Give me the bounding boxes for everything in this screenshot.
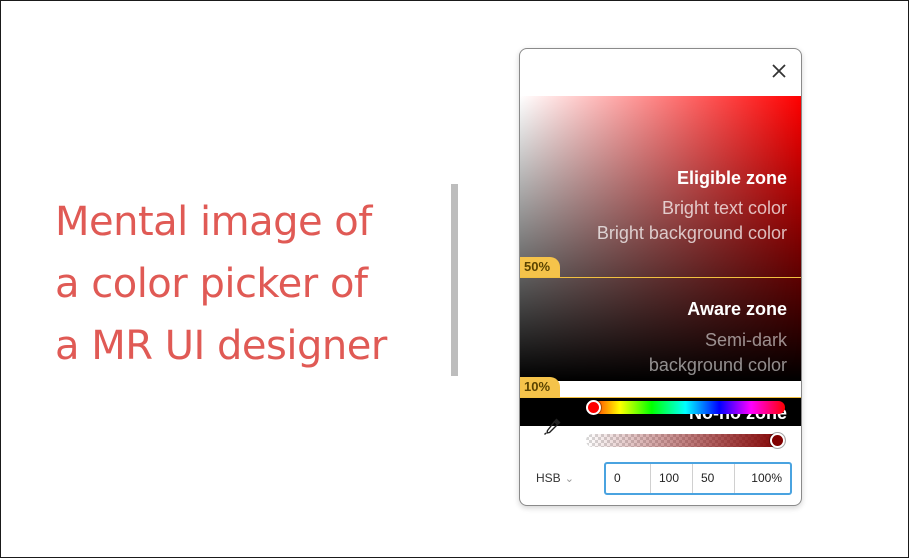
alpha-value-field[interactable]: 100% [735,464,790,493]
saturation-value-field[interactable]: 100 [651,464,693,493]
close-icon [772,64,786,78]
aware-zone-title: Aware zone [687,299,787,319]
hue-slider-handle[interactable] [586,400,601,415]
aware-zone-badge: 10% [520,377,561,397]
saturation-brightness-area[interactable]: Eligible zone Bright text color Bright b… [520,96,801,426]
color-mode-select[interactable]: HSB ⌄ [536,471,574,485]
vertical-divider [451,184,458,376]
eligible-zone-title: Eligible zone [676,168,787,188]
eligible-zone-desc-1: Bright text color [661,198,787,218]
hue-value-field[interactable]: 0 [606,464,651,493]
color-mode-label: HSB [536,471,561,485]
caption-line-3: a MR UI designer [55,323,387,369]
eligible-zone-desc-2: Bright background color [596,223,787,243]
chevron-down-icon: ⌄ [564,473,574,485]
aware-zone-desc-2: background color [648,355,787,375]
aware-zone-desc-1: Semi-dark [704,330,787,350]
slide-frame: Mental image of a color picker of a MR U… [0,0,909,558]
brightness-value-field[interactable]: 50 [693,464,735,493]
close-button[interactable] [769,61,789,81]
caption-text: Mental image of a color picker of a MR U… [55,191,445,377]
hue-slider[interactable] [586,400,785,415]
alpha-slider-handle[interactable] [770,433,785,448]
zone-divider-50 [520,277,801,278]
color-values-input-group: 0 100 50 100% [604,462,792,495]
eligible-zone-badge: 50% [520,257,561,277]
eyedropper-button[interactable] [542,415,564,437]
color-picker-panel: Eligible zone Bright text color Bright b… [519,48,802,506]
caption-line-1: Mental image of [55,199,372,245]
caption-line-2: a color picker of [55,261,368,307]
eyedropper-icon [544,418,561,435]
alpha-slider[interactable] [586,433,785,448]
